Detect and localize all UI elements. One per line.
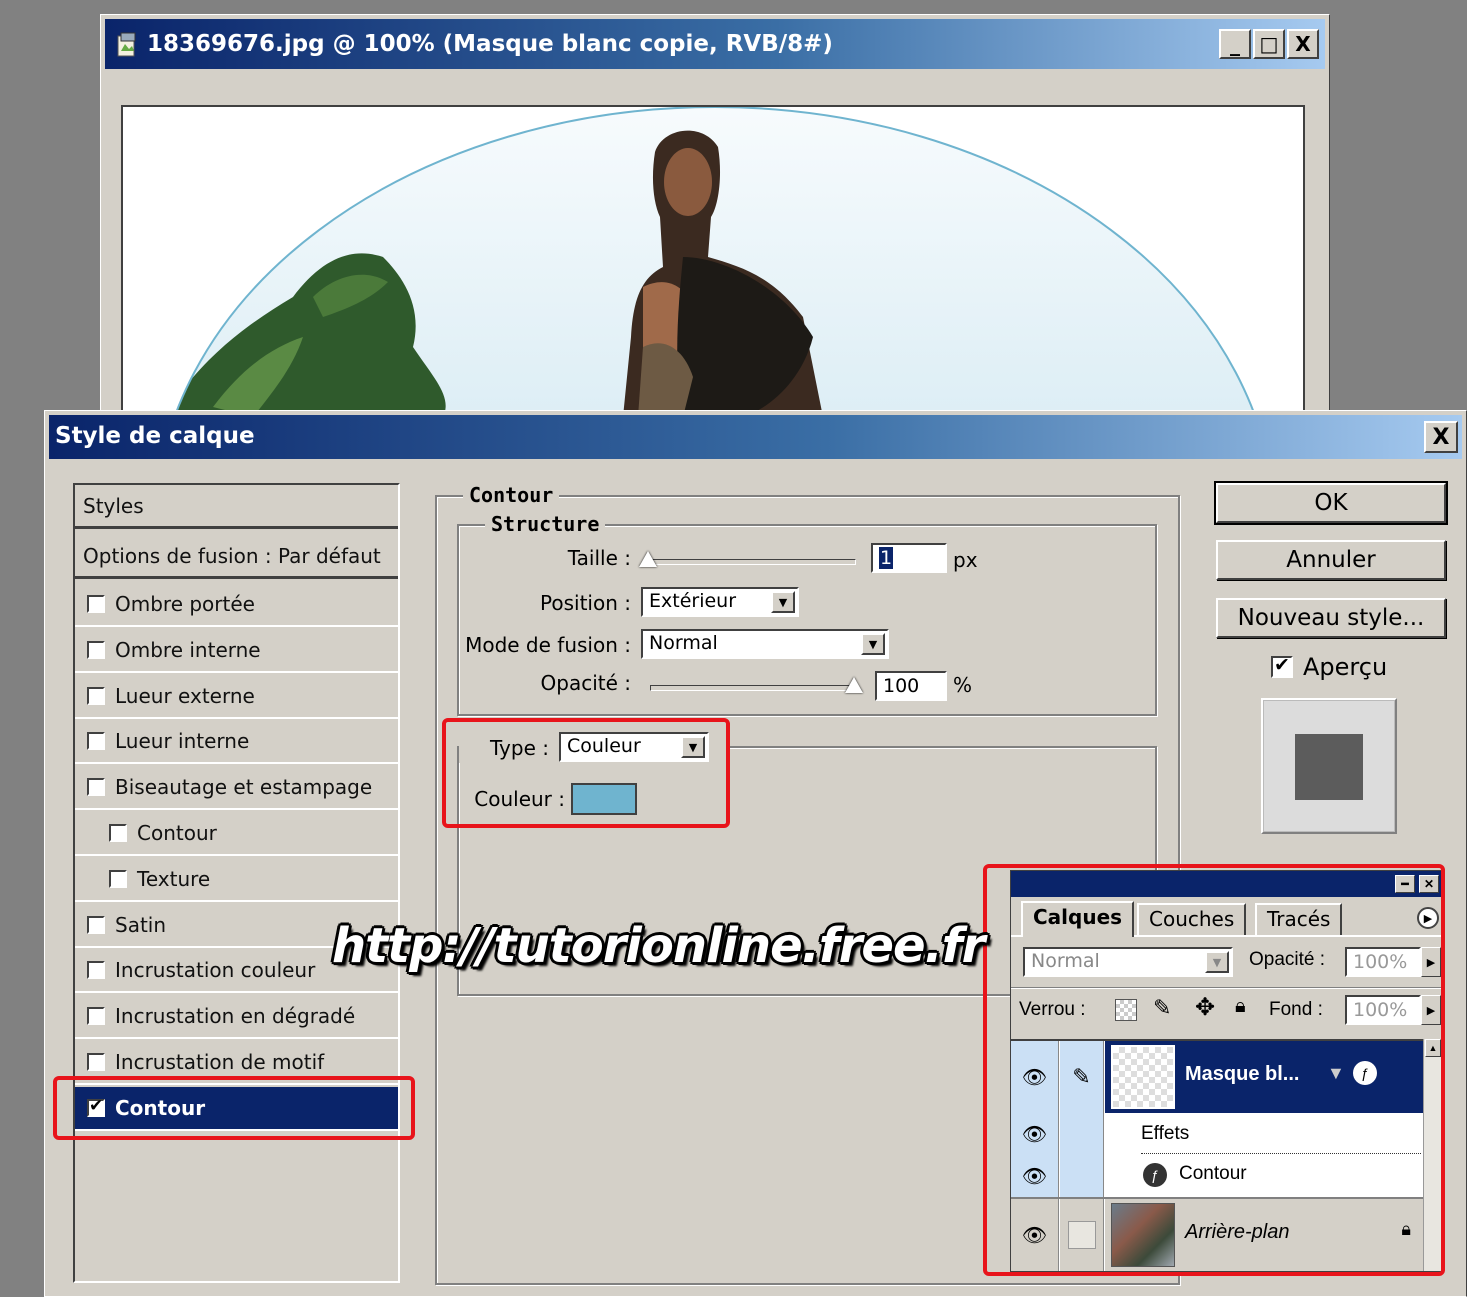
style-checkbox[interactable] (87, 961, 105, 980)
dialog-close-button[interactable]: X (1424, 421, 1458, 453)
close-document-button[interactable]: X (1287, 29, 1319, 59)
styles-header[interactable]: Styles (75, 485, 398, 529)
chevron-down-icon[interactable]: ▼ (771, 591, 795, 613)
opacity-input[interactable]: 100 (875, 671, 947, 701)
contour-section-title: Contour (463, 483, 560, 507)
new-style-button[interactable]: Nouveau style... (1216, 598, 1446, 638)
check-icon: ✔ (1274, 655, 1290, 676)
document-titlebar[interactable]: 18369676.jpg @ 100% (Masque blanc copie,… (105, 19, 1325, 69)
opacity-slider[interactable] (650, 685, 856, 691)
minimize-button[interactable]: _ (1219, 29, 1251, 59)
taille-unit: px (953, 548, 978, 572)
blend-options-item[interactable]: Options de fusion : Par défaut (75, 535, 398, 579)
style-item-label: Incrustation en dégradé (115, 1004, 356, 1029)
style-checkbox[interactable] (87, 595, 105, 613)
style-checkbox[interactable] (87, 778, 105, 797)
new-style-label: Nouveau style... (1237, 605, 1425, 631)
preview-label: Aperçu (1303, 653, 1388, 681)
style-checkbox[interactable] (109, 869, 127, 888)
styles-header-label: Styles (83, 493, 144, 518)
cancel-button[interactable]: Annuler (1216, 540, 1446, 580)
minimize-icon: _ (1230, 32, 1240, 56)
maximize-icon: □ (1259, 32, 1279, 56)
style-item-label: Lueur externe (115, 683, 255, 708)
style-item-label: Lueur interne (115, 729, 250, 754)
opacity-label: Opacité : (540, 671, 632, 695)
chevron-down-icon[interactable]: ▼ (861, 633, 885, 655)
blend-options-label: Options de fusion : Par défaut (83, 543, 381, 568)
style-item-label: Ombre interne (115, 637, 261, 662)
style-item-ombre-port-e[interactable]: Ombre portée (75, 583, 398, 627)
close-icon: X (1295, 32, 1311, 56)
style-checkbox[interactable] (87, 732, 105, 751)
style-item-contour-sub[interactable]: Contour (75, 812, 398, 856)
structure-title: Structure (485, 512, 606, 536)
watermark-url: http://tutorionline.free.fr (332, 918, 985, 974)
cancel-label: Annuler (1286, 547, 1376, 573)
preview-checkbox[interactable]: ✔ (1271, 655, 1293, 678)
position-label: Position : (540, 591, 631, 615)
tab-calques[interactable]: Calques (1021, 901, 1135, 937)
blend-mode-value: Normal (649, 632, 718, 654)
style-item-incrustation-en-d-grad-[interactable]: Incrustation en dégradé (75, 995, 398, 1040)
opacity-value: 100 (883, 675, 920, 697)
contour-item-highlight (53, 1076, 415, 1140)
style-item-label: Contour (137, 821, 217, 845)
blend-mode-label: Mode de fusion : (465, 633, 631, 657)
opacity-slider-thumb[interactable] (845, 677, 863, 693)
style-preview-box (1261, 698, 1397, 834)
type-color-highlight (442, 718, 730, 828)
style-list: Styles Options de fusion : Par défaut Om… (73, 483, 400, 1283)
style-item-label: Texture (137, 866, 211, 891)
style-item-label: Incrustation couleur (115, 958, 316, 983)
photo-preview (123, 107, 1303, 413)
style-checkbox[interactable] (87, 915, 105, 934)
tab-calques-label: Calques (1033, 905, 1123, 929)
document-title: 18369676.jpg @ 100% (Masque blanc copie,… (147, 31, 833, 57)
style-checkbox[interactable] (87, 1053, 105, 1071)
style-checkbox[interactable] (87, 640, 105, 659)
image-canvas[interactable] (121, 105, 1305, 415)
taille-slider-thumb[interactable] (639, 551, 657, 567)
taille-label: Taille : (567, 546, 631, 570)
style-item-label: Satin (115, 912, 167, 937)
position-select[interactable]: Extérieur ▼ (641, 587, 799, 617)
close-icon: X (1432, 424, 1450, 450)
style-item-label: Biseautage et estampage (115, 775, 373, 800)
style-item-lueur-interne[interactable]: Lueur interne (75, 720, 398, 765)
ok-button[interactable]: OK (1214, 481, 1448, 525)
style-checkbox[interactable] (109, 824, 127, 842)
preview-checkbox-row[interactable]: ✔ Aperçu (1271, 653, 1387, 681)
style-item-label: Incrustation de motif (115, 1050, 325, 1074)
taille-slider[interactable] (650, 559, 856, 565)
position-value: Extérieur (649, 590, 737, 612)
style-item-lueur-externe[interactable]: Lueur externe (75, 675, 398, 719)
photoshop-document-icon (115, 31, 139, 57)
ok-label: OK (1314, 490, 1348, 516)
preview-square (1295, 734, 1363, 800)
style-item-texture-sub[interactable]: Texture (75, 858, 398, 902)
maximize-button[interactable]: □ (1253, 29, 1285, 59)
taille-value: 1 (879, 547, 894, 569)
style-item-ombre-interne[interactable]: Ombre interne (75, 629, 398, 673)
dialog-title: Style de calque (55, 423, 255, 449)
style-item-biseautage-et-estampage[interactable]: Biseautage et estampage (75, 766, 398, 811)
style-item-label: Ombre portée (115, 592, 255, 616)
blend-mode-select[interactable]: Normal ▼ (641, 629, 889, 659)
document-window: 18369676.jpg @ 100% (Masque blanc copie,… (100, 14, 1330, 474)
style-checkbox[interactable] (87, 1007, 105, 1026)
opacity-unit: % (953, 673, 973, 697)
dialog-titlebar[interactable]: Style de calque X (49, 415, 1462, 459)
style-checkbox[interactable] (87, 686, 105, 705)
taille-input[interactable]: 1 (871, 543, 947, 573)
